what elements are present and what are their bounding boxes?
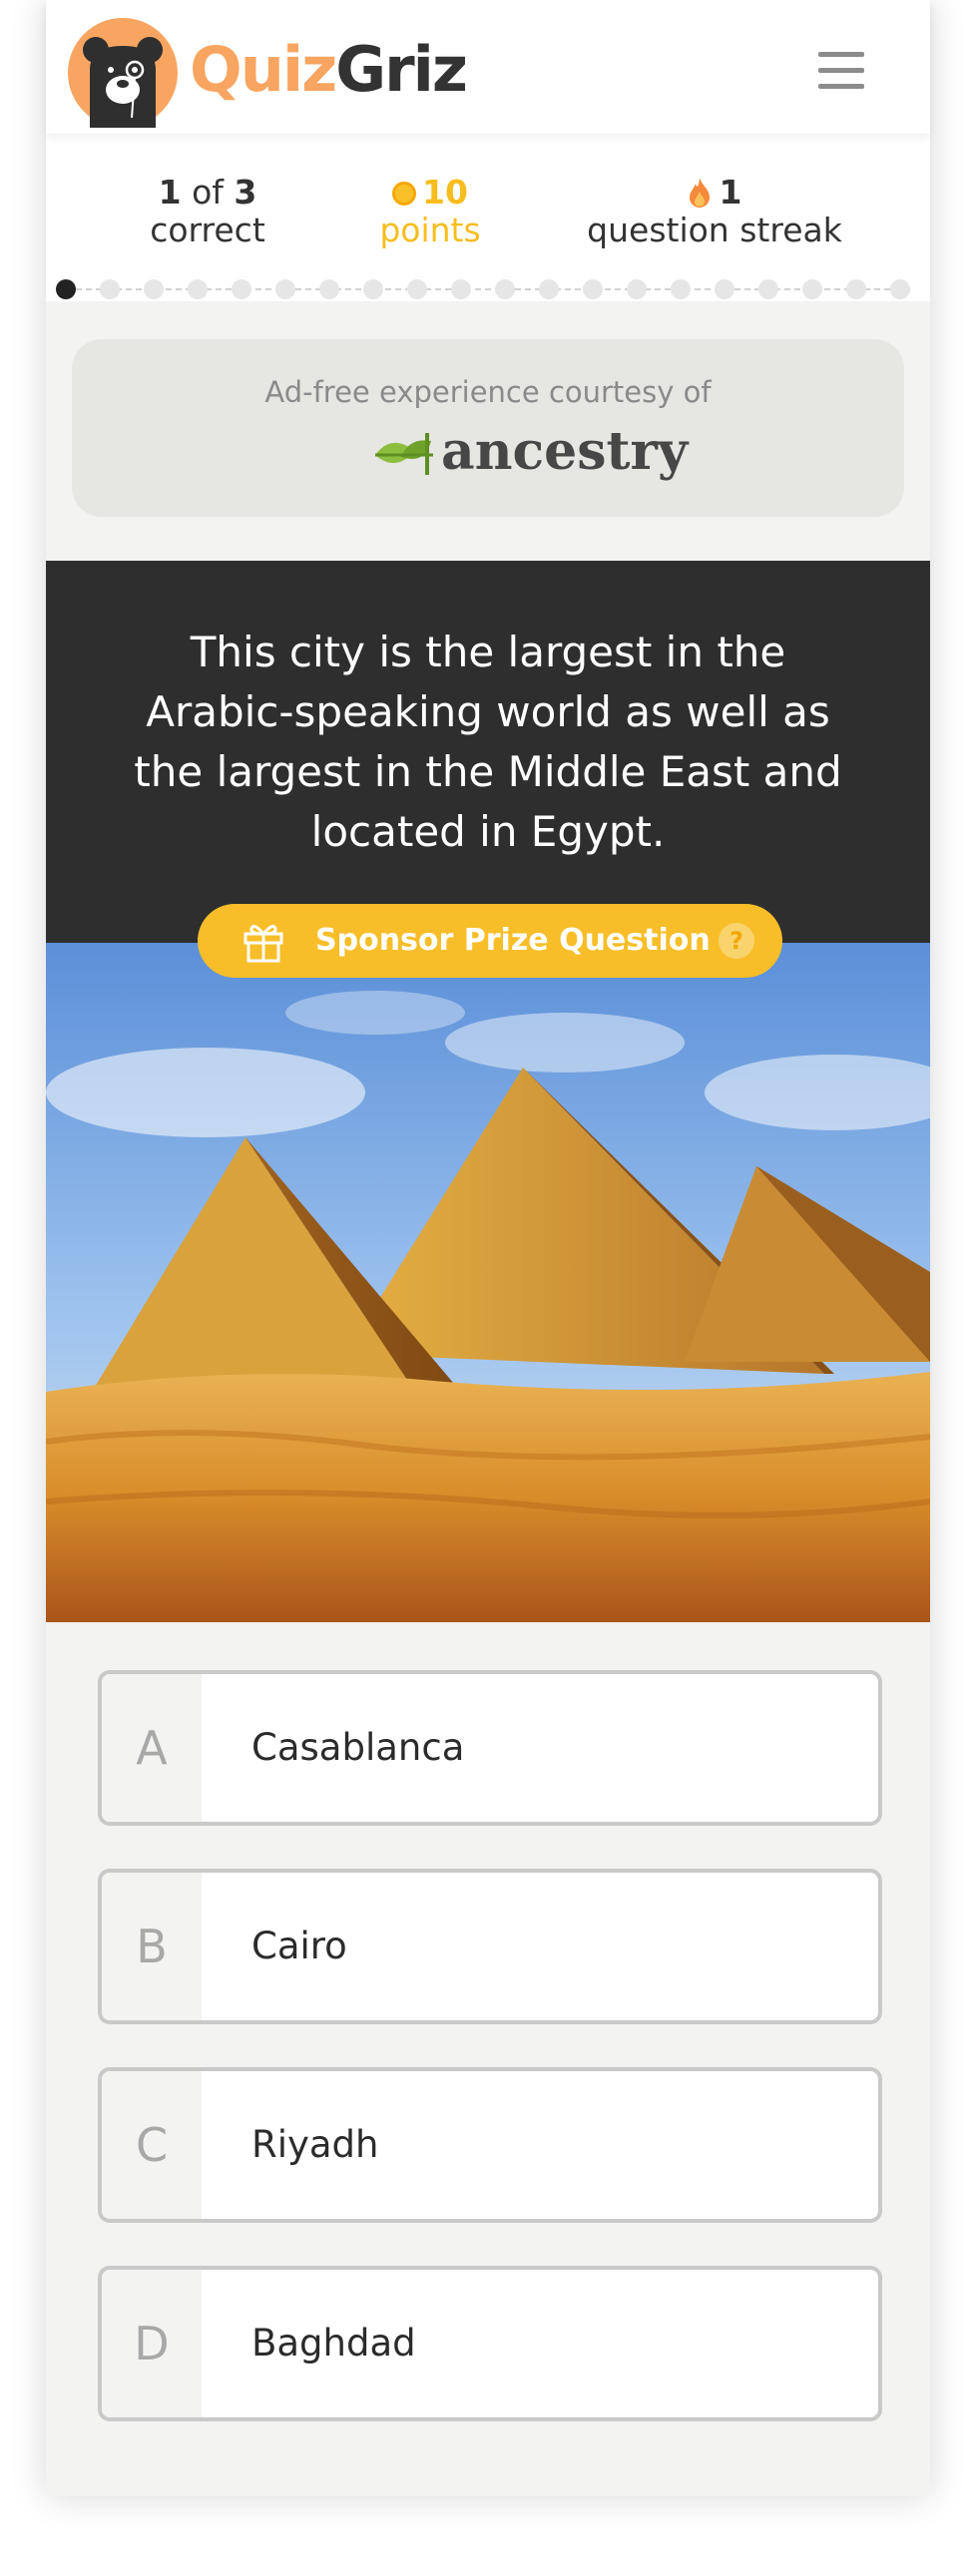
coin-icon	[392, 182, 417, 206]
bear-logo-icon[interactable]	[68, 18, 178, 128]
ancestry-logo[interactable]: ancestry	[371, 417, 688, 487]
score-stats: 1 of 3 correct 10 points 1 question stre…	[46, 134, 930, 301]
answer-text: Riyadh	[251, 2123, 379, 2166]
streak-value: 1	[719, 173, 742, 212]
answer-option-c[interactable]: C Riyadh	[98, 2067, 882, 2223]
answer-letter: C	[102, 2071, 202, 2219]
correct-total: 3	[234, 173, 257, 212]
answer-letter: A	[102, 1674, 202, 1822]
answer-option-b[interactable]: B Cairo	[98, 1869, 882, 2024]
progress-dot	[363, 279, 383, 299]
progress-dot	[539, 279, 559, 299]
gift-icon	[244, 924, 283, 963]
answer-text: Casablanca	[251, 1726, 465, 1769]
progress-dot	[802, 279, 822, 299]
progress-dot	[56, 279, 76, 299]
answer-option-a[interactable]: A Casablanca	[98, 1670, 882, 1826]
quiz-app: QuizGriz 1 of 3 correct 10 points 1 ques…	[46, 0, 930, 2496]
correct-count: 1	[158, 173, 182, 212]
correct-label: correct	[150, 211, 265, 249]
progress-dot	[583, 279, 603, 299]
brand-word-griz: Griz	[335, 33, 468, 106]
progress-dot	[671, 279, 691, 299]
flame-icon	[689, 178, 710, 208]
question-progress	[46, 279, 930, 299]
streak-label: question streak	[587, 211, 842, 249]
correct-stat: 1 of 3 correct	[118, 174, 297, 249]
pyramids-photo	[46, 943, 930, 1622]
progress-dot	[627, 279, 647, 299]
progress-dot	[495, 279, 515, 299]
ad-free-text: Ad-free experience courtesy of	[264, 375, 712, 409]
hamburger-menu-icon[interactable]	[818, 52, 864, 92]
progress-dot	[319, 279, 339, 299]
question-text: This city is the largest in the Arabic-s…	[134, 628, 842, 856]
ancestry-leaf-icon	[375, 433, 433, 475]
ad-free-banner[interactable]: Ad-free experience courtesy of ancestry	[72, 339, 904, 517]
sponsor-prize-badge[interactable]: Sponsor Prize Question ?	[198, 904, 782, 978]
progress-dot	[100, 279, 120, 299]
sponsor-prize-label: Sponsor Prize Question	[315, 923, 711, 958]
question-panel: This city is the largest in the Arabic-s…	[46, 561, 930, 943]
header-bar: QuizGriz	[46, 0, 930, 134]
progress-dot	[846, 279, 866, 299]
brand-word-quiz: Quiz	[190, 33, 337, 106]
progress-dot	[232, 279, 251, 299]
points-label: points	[379, 211, 481, 249]
progress-dot	[451, 279, 471, 299]
brand-wordmark[interactable]: QuizGriz	[190, 30, 468, 110]
ancestry-wordmark: ancestry	[441, 421, 689, 482]
progress-dot	[758, 279, 778, 299]
answer-letter: B	[102, 1873, 202, 2020]
progress-dot	[407, 279, 427, 299]
progress-dot	[890, 279, 910, 299]
progress-dot	[188, 279, 208, 299]
help-icon[interactable]: ?	[719, 923, 754, 959]
points-stat: 10 points	[345, 174, 515, 249]
answer-text: Baghdad	[251, 2322, 416, 2364]
answer-text: Cairo	[251, 1925, 347, 1967]
answer-letter: D	[102, 2270, 202, 2417]
streak-stat: 1 question streak	[565, 174, 864, 249]
points-value: 10	[422, 173, 468, 212]
correct-of: of	[192, 173, 224, 212]
answer-option-d[interactable]: D Baghdad	[98, 2266, 882, 2421]
progress-dot	[275, 279, 295, 299]
progress-dot	[144, 279, 164, 299]
progress-dot	[715, 279, 734, 299]
